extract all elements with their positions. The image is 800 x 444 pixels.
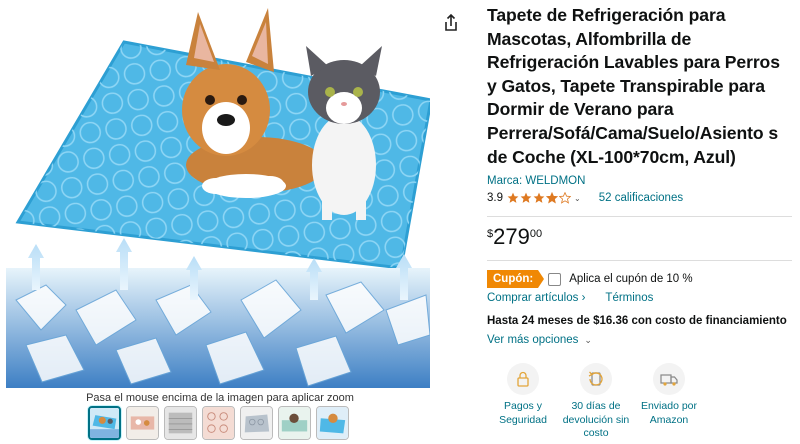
thumbnail-2[interactable]: [126, 406, 159, 440]
rating-row: 3.9 ⌄ 52 calificaciones: [487, 190, 792, 206]
price-fraction: 00: [529, 228, 543, 241]
feature-shipping[interactable]: Enviado por Amazon: [633, 363, 705, 441]
feature-secure-payment[interactable]: Pagos y Seguridad: [487, 363, 559, 441]
feature-label: Enviado por Amazon: [640, 400, 698, 426]
star-rating[interactable]: [507, 192, 571, 204]
lock-icon: [507, 363, 539, 396]
star-icon: [520, 192, 532, 204]
thumbnail-3[interactable]: [164, 406, 197, 440]
thumbnail-1[interactable]: [88, 406, 121, 440]
terms-link[interactable]: Términos: [605, 292, 653, 308]
feature-label: Pagos y Seguridad: [499, 400, 547, 426]
rating-value: 3.9: [487, 192, 503, 205]
coupon-links: Comprar artículos › Términos: [487, 292, 792, 308]
more-options-label: Ver más opciones: [487, 334, 579, 347]
star-icon: [533, 192, 545, 204]
product-gallery: Pasa el mouse encima de la imagen para a…: [0, 0, 440, 444]
compare-items-link[interactable]: Comprar artículos ›: [487, 292, 585, 308]
star-empty-icon: [559, 192, 571, 204]
share-icon[interactable]: [440, 12, 462, 34]
coupon-row: Cupón: Aplica el cupón de 10 %: [487, 269, 792, 289]
coupon-checkbox[interactable]: [548, 272, 562, 286]
star-icon: [507, 192, 519, 204]
chevron-down-icon[interactable]: ⌄: [574, 194, 581, 203]
thumbnail-4[interactable]: [202, 406, 235, 440]
feature-label: 30 días de devolución sin costo: [562, 400, 630, 440]
return-icon: [580, 363, 612, 396]
zoom-hint: Pasa el mouse encima de la imagen para a…: [86, 392, 354, 404]
chevron-down-icon: ⌄: [584, 334, 592, 345]
main-product-image[interactable]: [6, 0, 430, 388]
thumbnail-7[interactable]: [316, 406, 349, 440]
coupon-badge: Cupón:: [487, 270, 545, 289]
price-whole: 279: [493, 224, 530, 250]
rating-count-link[interactable]: 52 calificaciones: [599, 192, 683, 204]
truck-icon: [653, 363, 685, 396]
divider: [487, 216, 792, 218]
star-half-icon: [546, 192, 558, 204]
thumbnail-5[interactable]: [240, 406, 273, 440]
brand-link[interactable]: Marca: WELDMON: [487, 175, 792, 187]
price: $ 279 00: [487, 225, 792, 249]
thumbnail-6[interactable]: [278, 406, 311, 440]
more-options-link[interactable]: Ver más opciones ⌄: [487, 332, 792, 348]
financing-text: Hasta 24 meses de $16.36 con costo de fi…: [487, 315, 787, 328]
coupon-text[interactable]: Aplica el cupón de 10 %: [569, 273, 692, 285]
product-info: Tapete de Refrigeración para Mascotas, A…: [487, 0, 792, 441]
divider: [487, 260, 792, 262]
feature-badges: Pagos y Seguridad 30 días de devolución …: [487, 363, 792, 441]
feature-returns[interactable]: 30 días de devolución sin costo: [560, 363, 632, 441]
thumbnail-strip: [88, 406, 349, 440]
product-title: Tapete de Refrigeración para Mascotas, A…: [487, 5, 780, 167]
